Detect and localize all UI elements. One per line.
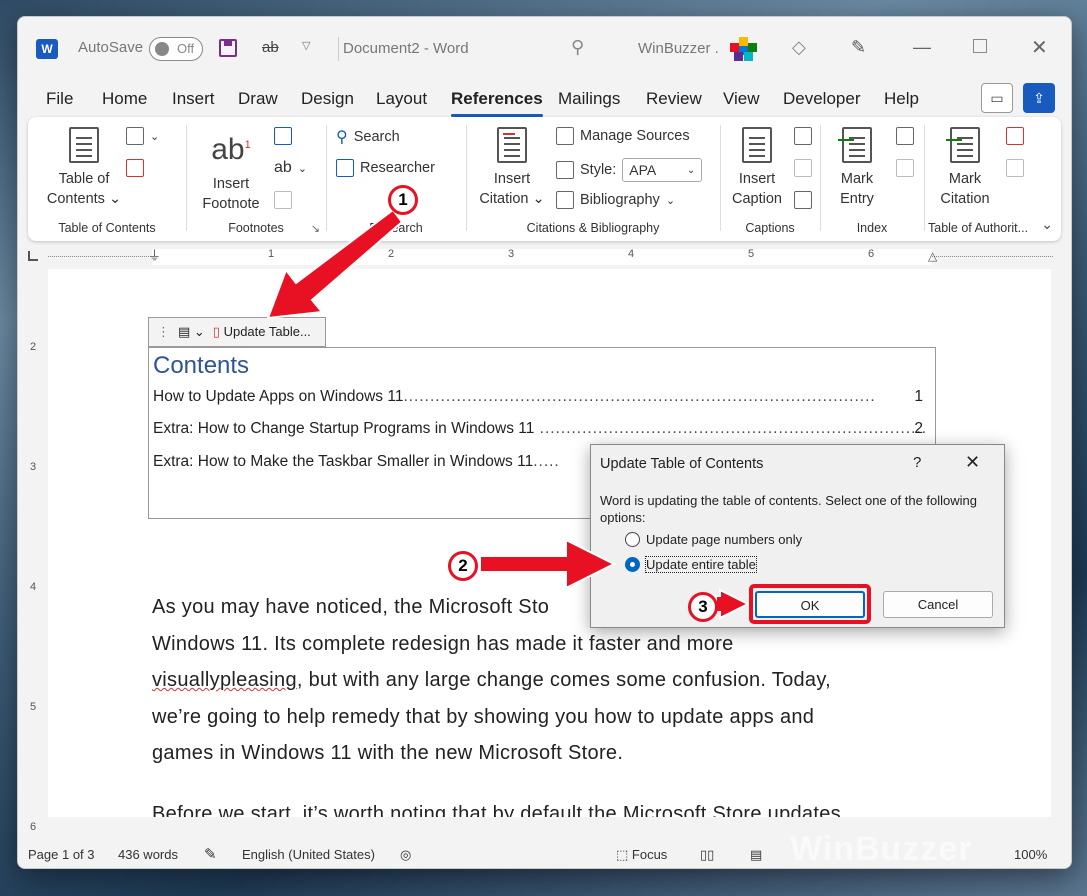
winbuzzer-watermark: WinBuzzer [790, 830, 973, 868]
annotation-arrows [266, 208, 751, 620]
ok-highlight-box [749, 584, 871, 624]
step-3-badge: 3 [688, 592, 718, 622]
step-1-badge: 1 [388, 185, 418, 215]
arrow-2 [479, 538, 617, 590]
step-2-badge: 2 [448, 551, 478, 581]
arrow-3 [715, 588, 751, 620]
arrow-1 [266, 208, 404, 320]
